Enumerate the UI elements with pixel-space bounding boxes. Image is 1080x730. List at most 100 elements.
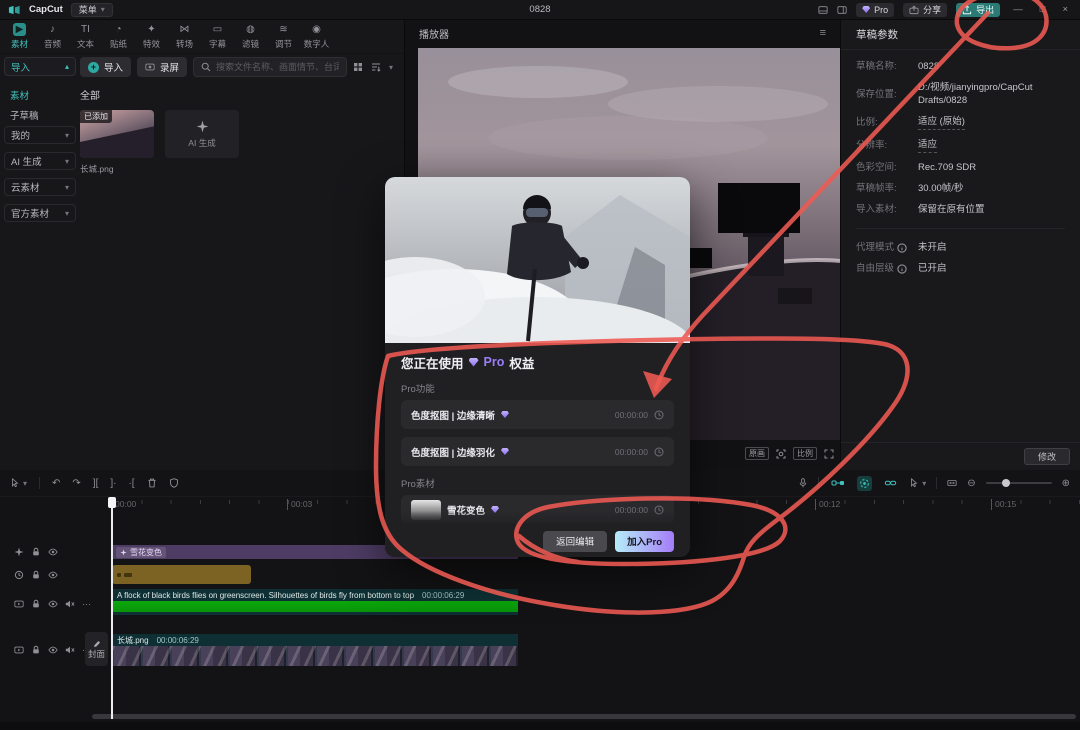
player-title: 播放器 [419,26,449,41]
undo-button[interactable]: ↶ [52,478,60,489]
chevron-down-icon: ▾ [65,131,69,140]
original-quality-badge[interactable]: 原画 [745,447,769,460]
sort-icon[interactable] [371,62,381,72]
redo-button[interactable]: ↷ [72,478,80,489]
cursor-mode-dropdown[interactable]: ▾ [909,478,926,488]
eye-icon[interactable] [48,570,58,580]
lock-icon[interactable] [31,645,41,655]
close-button[interactable]: × [1058,4,1072,15]
adapt-timeline-button[interactable] [947,478,957,488]
timeline-zoom-slider[interactable] [986,482,1052,484]
split-right-button[interactable]: ·[ [128,478,134,489]
modify-button[interactable]: 修改 [1024,448,1070,465]
sidebar-group-mine[interactable]: 我的▾ [4,126,76,144]
sidebar-group-cloud[interactable]: 云素材▾ [4,178,76,196]
zoom-out-button[interactable]: ⊖ [967,478,975,489]
tab-audio[interactable]: ♪音频 [37,23,68,50]
playhead[interactable] [111,497,113,719]
eye-icon[interactable] [48,547,58,557]
media-card-greatwall[interactable]: 已添加 长城.png [80,110,154,175]
field-resolution: 分辨率:适应 [856,138,1065,153]
ratio-badge[interactable]: 比例 [793,447,817,460]
skier-preview-image [385,177,690,343]
sidebar-group-official[interactable]: 官方素材▾ [4,204,76,222]
field-color-space: 色彩空间:Rec.709 SDR [856,161,1065,174]
menu-button[interactable]: 菜单 ▾ [71,3,113,17]
media-content: + 导入 录屏 ▾ 全部 [80,57,405,175]
minimize-button[interactable]: — [1009,4,1027,15]
filter-dropdown-icon[interactable]: ▾ [389,63,393,72]
eye-icon[interactable] [48,599,58,609]
import-button[interactable]: + 导入 [80,57,131,77]
zoom-in-button[interactable]: ⊕ [1062,478,1070,489]
panel-toggle-icon[interactable] [837,5,847,15]
timeline-bottom-strip [0,722,1080,730]
back-to-edit-button[interactable]: 返回编辑 [543,531,607,552]
tab-captions[interactable]: ▭字幕 [202,23,233,50]
tab-avatar[interactable]: ◉数字人 [301,23,332,50]
join-pro-button[interactable]: 加入Pro [615,531,674,552]
lock-icon[interactable] [31,599,41,609]
pro-feature-row[interactable]: 色度抠图 | 边缘清晰 00:00:00 [401,400,674,429]
import-category-dropdown[interactable]: 导入 ▴ [4,57,76,76]
tab-transitions[interactable]: ⋈转场 [169,23,200,50]
clock-icon[interactable] [654,447,664,457]
horizontal-scrollbar[interactable] [92,714,1076,719]
link-toggle[interactable] [882,477,899,489]
search-box[interactable] [193,57,347,77]
playhead-handle[interactable] [108,497,116,508]
main-video-clip[interactable]: 长城.png 00:00:06:29 [112,634,518,666]
sidebar-item-material[interactable]: 素材 [0,86,80,104]
lock-icon[interactable] [31,547,41,557]
focus-icon[interactable] [776,449,786,459]
share-button[interactable]: 分享 [903,3,947,17]
greenscreen-clip-duration: 00:00:06:29 [422,591,464,600]
info-icon[interactable] [897,264,907,274]
effect-icon[interactable] [14,547,24,557]
fullscreen-icon[interactable] [824,449,834,459]
more-icon[interactable]: ··· [82,599,91,609]
layout-toggle-icon[interactable] [818,5,828,15]
delete-button[interactable] [147,478,157,488]
ai-generate-card[interactable]: AI 生成 [165,110,239,158]
clip-track-icon[interactable] [14,599,24,609]
tab-adjust[interactable]: ≋调节 [268,23,299,50]
sticker-track-icon[interactable] [14,570,24,580]
auto-snap-toggle[interactable] [857,476,872,491]
mute-icon[interactable] [65,645,75,655]
dialog-footer: 返回编辑 加入Pro [385,511,690,557]
tab-media[interactable]: ▶素材 [4,23,35,50]
tab-sticker[interactable]: ◔贴纸 [103,23,134,50]
tab-text[interactable]: TI文本 [70,23,101,50]
pro-feature-row[interactable]: 色度抠图 | 边缘羽化 00:00:00 [401,437,674,466]
eye-icon[interactable] [48,645,58,655]
player-menu-icon[interactable]: ≡ [820,27,826,39]
lock-icon[interactable] [31,570,41,580]
screen-record-button[interactable]: 录屏 [137,57,187,77]
cover-button[interactable]: 封面 [85,632,108,666]
split-button[interactable]: ][ [93,478,99,489]
split-left-button[interactable]: ]· [110,478,116,489]
tab-filters[interactable]: ◍滤镜 [235,23,266,50]
search-input[interactable] [216,62,339,72]
sticker-clip[interactable] [112,565,251,584]
clip-track-icon[interactable] [14,645,24,655]
grid-view-icon[interactable] [353,62,363,72]
mute-icon[interactable] [65,599,75,609]
slider-knob[interactable] [1002,479,1010,487]
info-icon[interactable] [897,243,907,253]
sidebar-item-subdraft[interactable]: 子草稿 [0,106,80,124]
pencil-icon [93,640,101,648]
tab-effects[interactable]: ✦特效 [136,23,167,50]
maximize-button[interactable]: □ [1036,4,1050,15]
main-track-magnet-toggle[interactable] [829,477,847,489]
greenscreen-clip-body [112,601,518,615]
greenscreen-clip[interactable]: A flock of black birds flies on greenscr… [112,589,518,615]
mask-button[interactable] [169,478,179,488]
export-button[interactable]: 导出 [956,3,1000,17]
sidebar-group-ai[interactable]: AI 生成▾ [4,152,76,170]
record-audio-button[interactable] [798,478,808,488]
clock-icon[interactable] [654,410,664,420]
select-tool-button[interactable]: ▾ [10,478,27,488]
pro-badge-button[interactable]: Pro [856,3,894,17]
